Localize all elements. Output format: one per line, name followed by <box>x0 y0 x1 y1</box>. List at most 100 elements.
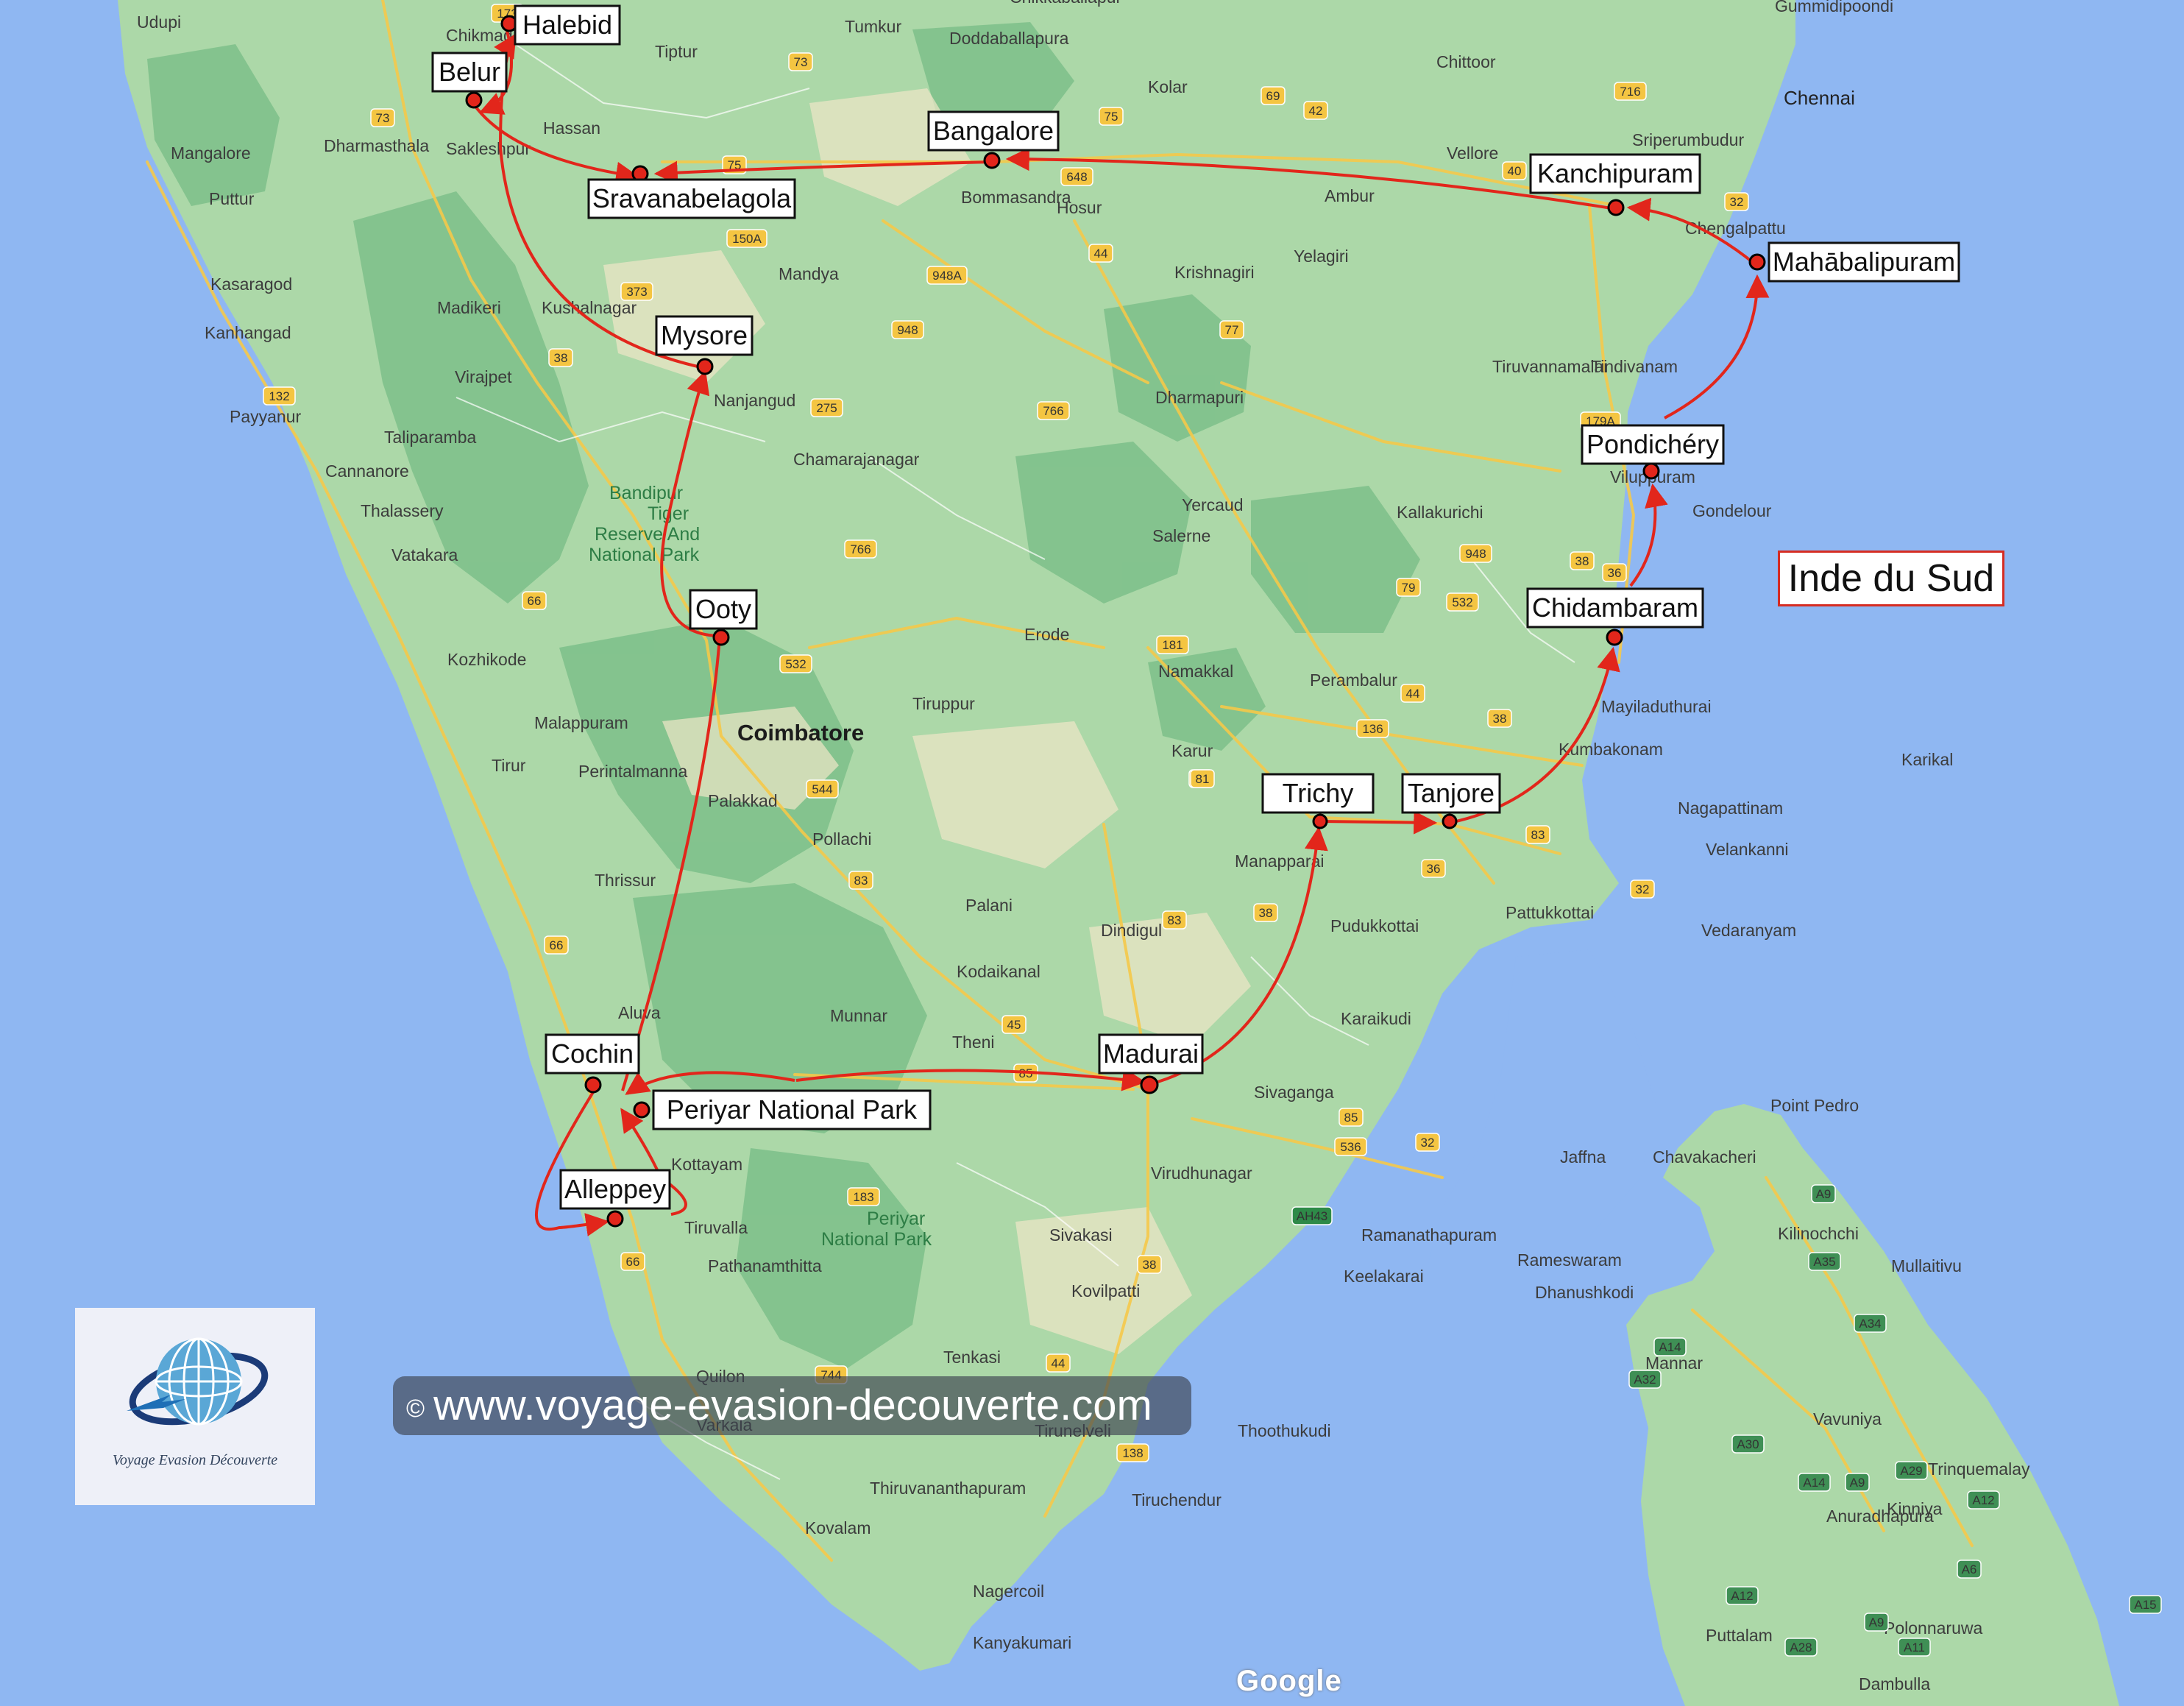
stop-label-sravanabelagola: Sravanabelagola <box>587 178 796 219</box>
town-label: Dhanushkodi <box>1535 1283 1634 1302</box>
stop-label-halebid: Halebid <box>514 4 621 46</box>
svg-text:66: 66 <box>528 594 542 608</box>
town-label: Velankanni <box>1706 840 1789 859</box>
town-label: Sivakasi <box>1049 1225 1113 1245</box>
road-shield: A9 <box>1864 1613 1889 1632</box>
road-shield: 73 <box>788 52 813 71</box>
town-label: Kilinochchi <box>1778 1224 1859 1243</box>
stop-label-alleppey: Alleppey <box>559 1169 671 1210</box>
town-label: Tenkasi <box>943 1348 1001 1367</box>
svg-text:A30: A30 <box>1737 1437 1759 1451</box>
stop-label-periyar: Periyar National Park <box>652 1089 932 1130</box>
road-shield: A9 <box>1845 1473 1870 1492</box>
stop-label-mysore: Mysore <box>655 315 754 356</box>
svg-text:36: 36 <box>1608 566 1622 580</box>
svg-text:83: 83 <box>1531 828 1545 842</box>
town-label: Krishnagiri <box>1174 263 1255 282</box>
road-shield: 83 <box>1525 825 1550 844</box>
svg-text:A11: A11 <box>1904 1640 1925 1654</box>
town-label: Cannanore <box>325 461 409 481</box>
svg-text:42: 42 <box>1309 104 1323 118</box>
road-shield: 83 <box>1162 910 1187 930</box>
svg-text:44: 44 <box>1052 1356 1066 1370</box>
town-label: Yelagiri <box>1294 247 1349 266</box>
road-shield: 44 <box>1088 244 1113 263</box>
svg-text:766: 766 <box>1043 404 1063 418</box>
road-shield: 532 <box>779 654 812 673</box>
town-label: Kushalnagar <box>542 298 637 317</box>
road-shield: 81 <box>1190 769 1215 788</box>
town-label: Pollachi <box>812 829 872 849</box>
town-label: Dindigul <box>1101 921 1162 940</box>
svg-text:Cochin: Cochin <box>551 1038 634 1069</box>
road-shield: 373 <box>620 282 653 301</box>
town-label: Chennai <box>1784 87 1855 109</box>
svg-text:44: 44 <box>1094 247 1108 261</box>
svg-text:40: 40 <box>1508 164 1522 178</box>
town-label: Udupi <box>137 13 181 32</box>
svg-text:A14: A14 <box>1659 1340 1681 1354</box>
town-label: Erode <box>1024 625 1069 644</box>
town-label: Keelakarai <box>1344 1267 1424 1286</box>
logo-caption: Voyage Evasion Découverte <box>112 1452 278 1468</box>
town-label: Thiruvananthapuram <box>870 1479 1026 1498</box>
stop-marker-trichy <box>1312 813 1328 829</box>
svg-text:38: 38 <box>1493 712 1507 726</box>
road-shield: 38 <box>548 348 573 367</box>
svg-text:81: 81 <box>1196 772 1210 786</box>
stop-marker-kanchipuram <box>1607 199 1625 216</box>
town-label-major: Coimbatore <box>737 720 864 746</box>
town-label: Ramanathapuram <box>1361 1225 1497 1245</box>
svg-text:Ooty: Ooty <box>695 594 751 624</box>
svg-text:A12: A12 <box>1972 1493 1994 1507</box>
town-label: Taliparamba <box>384 428 476 447</box>
route-segment <box>1321 810 1438 835</box>
svg-text:766: 766 <box>850 542 871 556</box>
stop-label-ooty: Ooty <box>689 589 758 630</box>
road-shield: 83 <box>848 871 873 890</box>
road-shield: 183 <box>847 1187 880 1206</box>
town-label: Kodaikanal <box>957 962 1040 981</box>
region-label: Inde du Sud <box>1778 551 2004 606</box>
road-shield: 648 <box>1060 167 1093 186</box>
svg-text:Sravanabelagola: Sravanabelagola <box>592 183 792 213</box>
town-label: Tiruvannamalai <box>1492 357 1607 376</box>
road-shield: 38 <box>1570 551 1595 570</box>
road-shield: 181 <box>1156 635 1189 654</box>
town-label: Chikkaballapur <box>1010 0 1121 7</box>
svg-text:A6: A6 <box>1962 1562 1977 1576</box>
town-label: Aluva <box>618 1003 661 1022</box>
road-shield: A6 <box>1957 1560 1982 1579</box>
road-shield: A12 <box>1726 1586 1759 1605</box>
svg-text:32: 32 <box>1636 882 1650 896</box>
town-label: Theni <box>952 1033 995 1052</box>
town-label: Kanyakumari <box>973 1633 1071 1652</box>
town-label: Karaikudi <box>1341 1009 1411 1028</box>
town-label: Tiruppur <box>912 694 975 713</box>
road-shield: 38 <box>1253 903 1278 922</box>
map-canvas[interactable]: UdupiChikmagalurTipturTumkurChikkaballap… <box>0 0 2184 1706</box>
svg-text:Tanjore: Tanjore <box>1408 778 1495 808</box>
stop-marker-bangalore <box>983 152 1001 169</box>
town-label: Virajpet <box>455 367 512 386</box>
town-label: Vedaranyam <box>1701 921 1796 940</box>
town-label: Madikeri <box>437 298 501 317</box>
town-label: Mayiladuthurai <box>1601 697 1712 716</box>
park-label: National Park <box>589 545 700 565</box>
stop-marker-chidambaram <box>1606 629 1623 646</box>
town-label: Doddaballapura <box>949 29 1069 48</box>
road-shield: 766 <box>844 539 877 559</box>
svg-text:A35: A35 <box>1813 1255 1835 1269</box>
road-shield: 75 <box>1099 107 1124 126</box>
road-shield: A32 <box>1628 1370 1662 1389</box>
town-label: Rameswaram <box>1517 1250 1622 1270</box>
stop-label-mahabalipuram: Mahābalipuram <box>1768 241 1960 283</box>
town-label: Payyanur <box>230 407 302 426</box>
stop-marker-madurai <box>1140 1075 1159 1094</box>
town-label: Puttur <box>209 189 255 208</box>
road-shield: 77 <box>1219 320 1244 339</box>
road-shield: A14 <box>1653 1337 1687 1356</box>
svg-text:A9: A9 <box>1816 1187 1832 1201</box>
stop-label-chidambaram: Chidambaram <box>1526 587 1704 629</box>
town-label: Tiruchendur <box>1132 1490 1222 1509</box>
